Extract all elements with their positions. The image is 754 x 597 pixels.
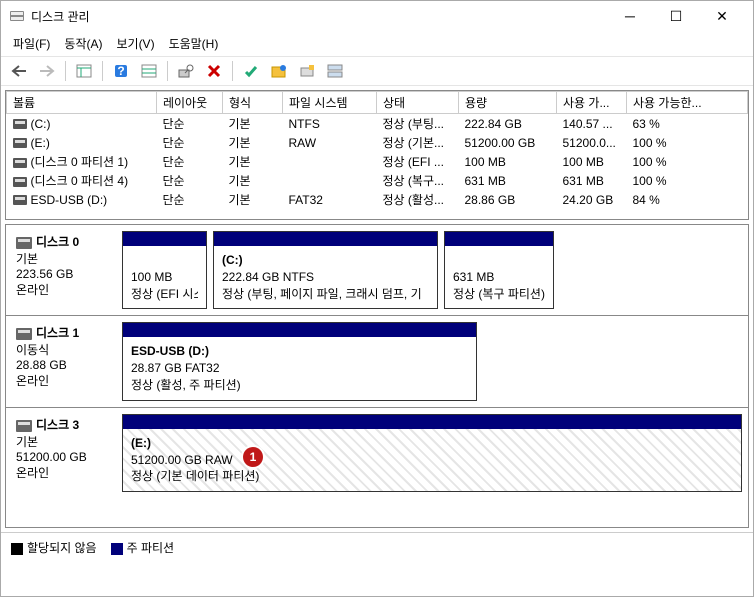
layout-icon[interactable] <box>323 60 347 82</box>
volume-icon <box>13 158 27 168</box>
table-row[interactable]: (C:)단순기본NTFS정상 (부팅...222.84 GB140.57 ...… <box>7 114 748 134</box>
legend-swatch-unallocated <box>11 543 23 555</box>
partition[interactable]: 100 MB 정상 (EFI 시스 <box>122 231 207 309</box>
new-folder-icon[interactable] <box>267 60 291 82</box>
check-icon[interactable] <box>239 60 263 82</box>
volume-icon <box>13 195 27 205</box>
back-icon[interactable] <box>7 60 31 82</box>
menu-bar: 파일(F) 동작(A) 보기(V) 도움말(H) <box>1 31 753 57</box>
table-row[interactable]: (E:)단순기본RAW정상 (기본...51200.00 GB51200.0..… <box>7 133 748 152</box>
table-row[interactable]: ESD-USB (D:)단순기본FAT32정상 (활성...28.86 GB24… <box>7 190 748 209</box>
partition[interactable]: (C:) 222.84 GB NTFS 정상 (부팅, 페이지 파일, 크래시 … <box>213 231 438 309</box>
col-layout[interactable]: 레이아웃 <box>157 92 223 114</box>
volume-list[interactable]: 볼륨 레이아웃 형식 파일 시스템 상태 용량 사용 가... 사용 가능한..… <box>5 90 749 220</box>
maximize-button[interactable]: ☐ <box>653 1 699 31</box>
title-bar: 디스크 관리 ─ ☐ ✕ <box>1 1 753 31</box>
col-free[interactable]: 사용 가... <box>557 92 627 114</box>
minimize-button[interactable]: ─ <box>607 1 653 31</box>
properties-icon[interactable] <box>174 60 198 82</box>
menu-help[interactable]: 도움말(H) <box>163 33 225 54</box>
disk-icon <box>16 237 32 249</box>
col-volume[interactable]: 볼륨 <box>7 92 157 114</box>
app-icon <box>9 8 25 24</box>
disk-3[interactable]: 디스크 3 기본 51200.00 GB 온라인 (E:) 51200.00 G… <box>6 408 748 498</box>
col-capacity[interactable]: 용량 <box>459 92 557 114</box>
view-detail-icon[interactable] <box>137 60 161 82</box>
new-volume-icon[interactable] <box>295 60 319 82</box>
volume-icon <box>13 119 27 129</box>
toolbar: ? <box>1 57 753 86</box>
table-row[interactable]: (디스크 0 파티션 4)단순기본정상 (복구...631 MB631 MB10… <box>7 171 748 190</box>
close-button[interactable]: ✕ <box>699 1 745 31</box>
legend: 할당되지 않음 주 파티션 <box>1 532 753 562</box>
col-type[interactable]: 형식 <box>223 92 283 114</box>
view-list-icon[interactable] <box>72 60 96 82</box>
annotation-badge: 1 <box>243 447 263 467</box>
disk-label: 디스크 1 이동식 28.88 GB 온라인 <box>12 322 116 400</box>
menu-file[interactable]: 파일(F) <box>7 33 56 54</box>
help-icon[interactable]: ? <box>109 60 133 82</box>
menu-action[interactable]: 동작(A) <box>58 33 108 54</box>
col-fs[interactable]: 파일 시스템 <box>283 92 377 114</box>
disk-0[interactable]: 디스크 0 기본 223.56 GB 온라인 100 MB 정상 (EFI 시스… <box>6 225 748 316</box>
forward-icon[interactable] <box>35 60 59 82</box>
disk-label: 디스크 0 기본 223.56 GB 온라인 <box>12 231 116 309</box>
partition[interactable]: (E:) 51200.00 GB RAW 정상 (기본 데이터 파티션) 1 <box>122 414 742 492</box>
menu-view[interactable]: 보기(V) <box>110 33 160 54</box>
legend-swatch-primary <box>111 543 123 555</box>
delete-icon[interactable] <box>202 60 226 82</box>
partition[interactable]: 631 MB 정상 (복구 파티션) <box>444 231 554 309</box>
partition[interactable]: ESD-USB (D:) 28.87 GB FAT32 정상 (활성, 주 파티… <box>122 322 477 400</box>
svg-text:?: ? <box>117 64 124 78</box>
volume-icon <box>13 138 27 148</box>
col-status[interactable]: 상태 <box>377 92 459 114</box>
window-title: 디스크 관리 <box>31 8 607 25</box>
disk-label: 디스크 3 기본 51200.00 GB 온라인 <box>12 414 116 492</box>
disk-icon <box>16 328 32 340</box>
table-row[interactable]: (디스크 0 파티션 1)단순기본정상 (EFI ...100 MB100 MB… <box>7 152 748 171</box>
disk-1[interactable]: 디스크 1 이동식 28.88 GB 온라인 ESD-USB (D:) 28.8… <box>6 316 748 407</box>
volume-icon <box>13 177 27 187</box>
disk-map: 디스크 0 기본 223.56 GB 온라인 100 MB 정상 (EFI 시스… <box>5 224 749 528</box>
disk-icon <box>16 420 32 432</box>
col-freepct[interactable]: 사용 가능한... <box>627 92 748 114</box>
